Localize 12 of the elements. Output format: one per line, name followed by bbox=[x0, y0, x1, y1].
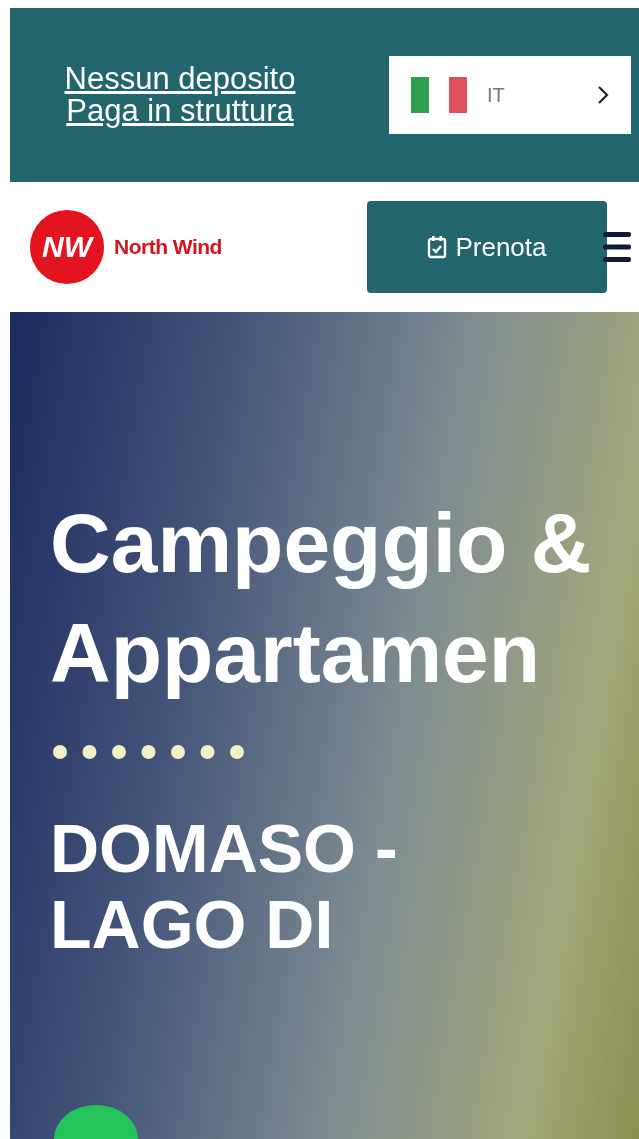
language-selector[interactable]: IT bbox=[389, 56, 631, 134]
hero-title: Campeggio & Appartamen bbox=[50, 495, 593, 702]
logo-text: North Wind bbox=[114, 235, 222, 259]
chevron-right-icon bbox=[597, 85, 609, 105]
hero-subtitle: DOMASO - LAGO DI bbox=[50, 810, 399, 962]
book-button[interactable]: Prenota bbox=[367, 201, 607, 293]
calendar-check-icon bbox=[427, 235, 448, 259]
flag-icon bbox=[411, 77, 467, 113]
menu-icon[interactable] bbox=[603, 230, 631, 264]
logo[interactable]: NW North Wind bbox=[30, 210, 222, 284]
logo-mark: NW bbox=[30, 210, 104, 284]
notice-link[interactable]: Nessun deposito Paga in struttura bbox=[50, 63, 310, 127]
